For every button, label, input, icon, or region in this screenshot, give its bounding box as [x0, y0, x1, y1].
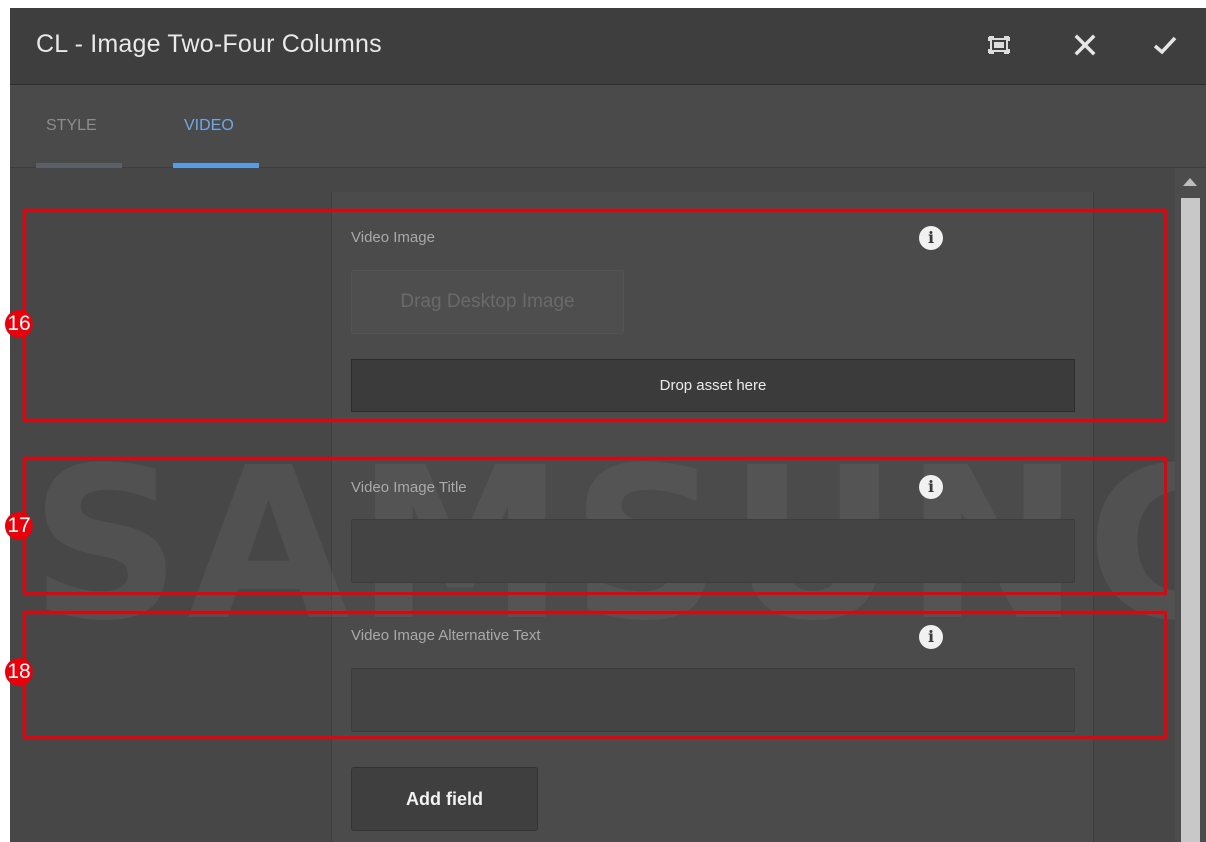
- checkmark-icon: [1153, 36, 1177, 55]
- done-button[interactable]: [1150, 30, 1180, 60]
- fullscreen-button[interactable]: [984, 30, 1014, 60]
- tab-style[interactable]: STYLE: [46, 117, 97, 135]
- annotation-badge-17: 17: [5, 512, 33, 540]
- annotation-badge-18: 18: [5, 658, 33, 686]
- annotation-box-16: [23, 209, 1167, 422]
- dialog-title: CL - Image Two-Four Columns: [36, 30, 382, 58]
- fullscreen-icon: [988, 36, 1010, 54]
- tab-bar: STYLE VIDEO: [10, 85, 1206, 168]
- annotation-badge-16: 16: [5, 310, 33, 338]
- scrollbar[interactable]: [1175, 168, 1206, 842]
- close-button[interactable]: [1070, 30, 1100, 60]
- scroll-up-arrow-icon[interactable]: [1183, 178, 1197, 186]
- tab-video[interactable]: VIDEO: [184, 117, 234, 135]
- annotation-box-18: [23, 611, 1167, 739]
- scroll-thumb[interactable]: [1181, 198, 1200, 842]
- add-field-button[interactable]: Add field: [351, 767, 538, 831]
- close-icon: [1074, 34, 1096, 56]
- annotation-box-17: [23, 457, 1167, 595]
- dialog-titlebar: CL - Image Two-Four Columns: [10, 8, 1206, 85]
